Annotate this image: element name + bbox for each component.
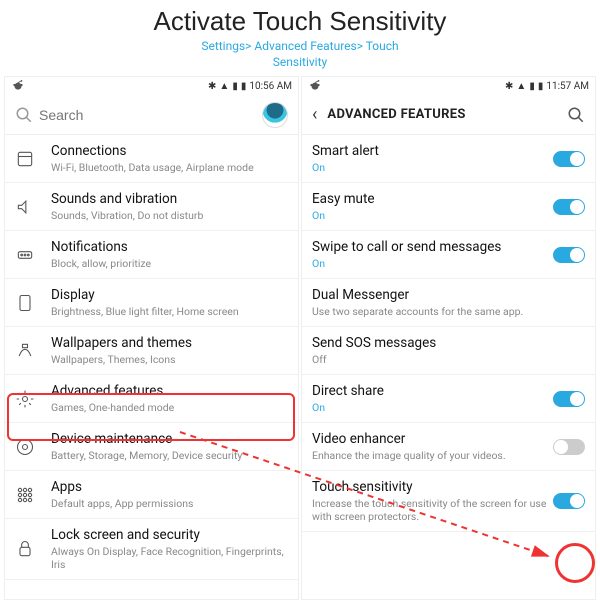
- row-label: Touch sensitivity: [312, 479, 547, 496]
- row-label: Display: [51, 287, 288, 304]
- signal-icon: ▮: [529, 81, 535, 92]
- breadcrumb: Settings> Advanced Features> Touch Sensi…: [0, 39, 600, 70]
- row-subtitle: Enhance the image quality of your videos…: [312, 449, 547, 462]
- feature-item-smart-alert[interactable]: Smart alert On: [302, 135, 595, 183]
- toggle-switch[interactable]: [553, 199, 585, 215]
- signal-icon: ▮: [232, 81, 238, 92]
- row-label: Dual Messenger: [312, 287, 585, 304]
- row-label: Video enhancer: [312, 431, 547, 448]
- status-bar: ✱ ▲ ▮ ▮ 11:57 AM: [302, 77, 595, 95]
- toggle-switch[interactable]: [553, 439, 585, 455]
- avatar[interactable]: [262, 102, 288, 128]
- row-label: Sounds and vibration: [51, 191, 288, 208]
- row-icon: [15, 341, 35, 361]
- feature-item-touch-sensitivity[interactable]: Touch sensitivity Increase the touch sen…: [302, 471, 595, 532]
- row-subtitle: On: [312, 161, 547, 174]
- settings-item-wallpapers-and-themes[interactable]: Wallpapers and themes Wallpapers, Themes…: [5, 327, 298, 375]
- toggle-switch[interactable]: [553, 247, 585, 263]
- status-time: 10:56 AM: [249, 81, 292, 92]
- row-icon: [15, 437, 35, 457]
- row-subtitle: Off: [312, 353, 585, 366]
- row-label: Notifications: [51, 239, 288, 256]
- feature-item-direct-share[interactable]: Direct share On: [302, 375, 595, 423]
- reddit-icon: [11, 78, 25, 92]
- settings-item-device-maintenance[interactable]: Device maintenance Battery, Storage, Mem…: [5, 423, 298, 471]
- settings-item-display[interactable]: Display Brightness, Blue light filter, H…: [5, 279, 298, 327]
- battery-icon: ▮: [538, 81, 544, 92]
- toggle-switch[interactable]: [553, 493, 585, 509]
- status-time: 11:57 AM: [546, 81, 589, 92]
- toggle-switch[interactable]: [553, 151, 585, 167]
- battery-icon: ▮: [241, 81, 247, 92]
- page-title: Activate Touch Sensitivity: [0, 6, 600, 37]
- row-label: Wallpapers and themes: [51, 335, 288, 352]
- row-label: Connections: [51, 143, 288, 160]
- row-subtitle: On: [312, 209, 547, 222]
- reddit-icon: [308, 78, 322, 92]
- feature-item-send-sos-messages[interactable]: Send SOS messages Off: [302, 327, 595, 375]
- row-subtitle: Brightness, Blue light filter, Home scre…: [51, 305, 288, 318]
- search-icon: [15, 106, 33, 124]
- row-label: Swipe to call or send messages: [312, 239, 547, 256]
- row-subtitle: Always On Display, Face Recognition, Fin…: [51, 545, 288, 571]
- status-bar: ✱ ▲ ▮ ▮ 10:56 AM: [5, 77, 298, 95]
- feature-item-dual-messenger[interactable]: Dual Messenger Use two separate accounts…: [302, 279, 595, 327]
- row-subtitle: Use two separate accounts for the same a…: [312, 305, 585, 318]
- row-label: Smart alert: [312, 143, 547, 160]
- row-subtitle: Block, allow, prioritize: [51, 257, 288, 270]
- row-subtitle: Battery, Storage, Memory, Device securit…: [51, 449, 288, 462]
- row-label: Device maintenance: [51, 431, 288, 448]
- row-subtitle: Wallpapers, Themes, Icons: [51, 353, 288, 366]
- row-label: Easy mute: [312, 191, 547, 208]
- bluetooth-icon: ✱: [208, 81, 216, 92]
- toggle-switch[interactable]: [553, 391, 585, 407]
- settings-item-lock-screen-and-security[interactable]: Lock screen and security Always On Displ…: [5, 519, 298, 580]
- breadcrumb-line2: Sensitivity: [0, 55, 600, 71]
- settings-item-apps[interactable]: Apps Default apps, App permissions: [5, 471, 298, 519]
- settings-item-connections[interactable]: Connections Wi-Fi, Bluetooth, Data usage…: [5, 135, 298, 183]
- row-subtitle: Wi-Fi, Bluetooth, Data usage, Airplane m…: [51, 161, 288, 174]
- settings-item-notifications[interactable]: Notifications Block, allow, prioritize: [5, 231, 298, 279]
- wifi-icon: ▲: [219, 81, 229, 92]
- row-label: Direct share: [312, 383, 547, 400]
- settings-item-advanced-features[interactable]: Advanced features Games, One-handed mode: [5, 375, 298, 423]
- back-button[interactable]: ‹: [312, 104, 317, 125]
- row-subtitle: Default apps, App permissions: [51, 497, 288, 510]
- wifi-icon: ▲: [516, 81, 526, 92]
- search-icon[interactable]: [567, 106, 585, 124]
- breadcrumb-line1: Settings> Advanced Features> Touch: [0, 39, 600, 55]
- settings-screen: ✱ ▲ ▮ ▮ 10:56 AM Connections Wi-Fi, Blue…: [4, 76, 299, 600]
- screen-title: ADVANCED FEATURES: [327, 107, 567, 122]
- row-icon: [15, 197, 35, 217]
- row-icon: [15, 539, 35, 559]
- row-subtitle: Games, One-handed mode: [51, 401, 288, 414]
- advanced-features-screen: ✱ ▲ ▮ ▮ 11:57 AM ‹ ADVANCED FEATURES Sma…: [301, 76, 596, 600]
- feature-item-video-enhancer[interactable]: Video enhancer Enhance the image quality…: [302, 423, 595, 471]
- row-label: Send SOS messages: [312, 335, 585, 352]
- row-icon: [15, 245, 35, 265]
- row-label: Lock screen and security: [51, 527, 288, 544]
- row-icon: [15, 389, 35, 409]
- row-icon: [15, 293, 35, 313]
- row-icon: [15, 485, 35, 505]
- feature-item-easy-mute[interactable]: Easy mute On: [302, 183, 595, 231]
- feature-item-swipe-to-call-or-send-messages[interactable]: Swipe to call or send messages On: [302, 231, 595, 279]
- row-icon: [15, 149, 35, 169]
- search-input[interactable]: [39, 107, 262, 123]
- row-subtitle: On: [312, 257, 547, 270]
- settings-item-sounds-and-vibration[interactable]: Sounds and vibration Sounds, Vibration, …: [5, 183, 298, 231]
- row-subtitle: On: [312, 401, 547, 414]
- row-label: Advanced features: [51, 383, 288, 400]
- row-subtitle: Sounds, Vibration, Do not disturb: [51, 209, 288, 222]
- row-subtitle: Increase the touch sensitivity of the sc…: [312, 497, 547, 523]
- search-row: [5, 95, 298, 135]
- bluetooth-icon: ✱: [505, 81, 513, 92]
- row-label: Apps: [51, 479, 288, 496]
